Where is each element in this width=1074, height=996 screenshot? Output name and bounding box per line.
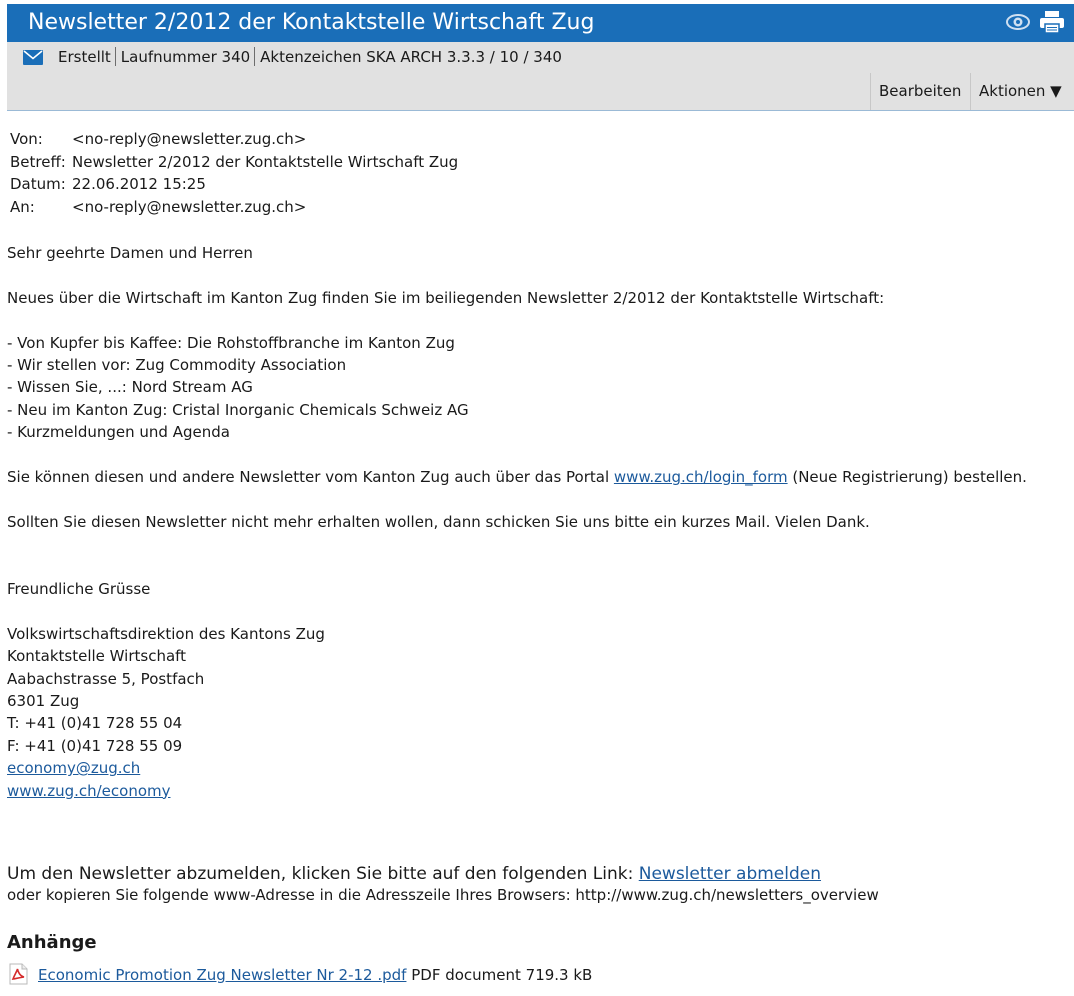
intro-text: Neues über die Wirtschaft im Kanton Zug …	[7, 288, 885, 307]
portal-text: Sie können diesen und andere Newsletter …	[7, 468, 614, 487]
header-label: An:	[10, 198, 35, 217]
header-value: <no-reply@newsletter.zug.ch>	[72, 198, 307, 217]
email-link[interactable]: economy@zug.ch	[7, 759, 140, 777]
unsubscribe-note: Sollten Sie diesen Newsletter nicht mehr…	[7, 512, 870, 531]
header-label: Betreff:	[10, 152, 66, 171]
header-value: Newsletter 2/2012 der Kontaktstelle Wirt…	[72, 152, 459, 171]
signature-line: F: +41 (0)41 728 55 09	[7, 736, 183, 755]
email-headers: Von: <no-reply@newsletter.zug.ch> Betreff…	[10, 128, 458, 219]
signature-line: Volkswirtschaftsdirektion des Kantons Zu…	[7, 624, 325, 643]
signature-line: Aabachstrasse 5, Postfach	[7, 669, 205, 688]
header-to: An: <no-reply@newsletter.zug.ch>	[10, 196, 458, 219]
list-item: - Wissen Sie, ...: Nord Stream AG	[7, 378, 253, 397]
title-bar: Newsletter 2/2012 der Kontaktstelle Wirt…	[7, 4, 1074, 42]
unsubscribe-line: Um den Newsletter abzumelden, klicken Si…	[7, 863, 879, 885]
header-value: <no-reply@newsletter.zug.ch>	[72, 130, 307, 148]
actions-menu-button[interactable]: Aktionen ▼	[970, 73, 1074, 110]
eye-icon[interactable]	[1006, 12, 1030, 32]
unsubscribe-copy-text: oder kopieren Sie folgende www-Adresse i…	[7, 886, 879, 904]
edit-button[interactable]: Bearbeiten	[870, 73, 970, 110]
attachment-item: Economic Promotion Zug Newsletter Nr 2-1…	[7, 963, 592, 986]
attachment-info: PDF document 719.3 kB	[406, 966, 593, 984]
page-title: Newsletter 2/2012 der Kontaktstelle Wirt…	[28, 10, 595, 35]
divider	[254, 47, 256, 66]
unsubscribe-section: Um den Newsletter abzumelden, klicken Si…	[7, 863, 879, 905]
header-date: Datum: 22.06.2012 15:25	[10, 173, 458, 196]
meta-info: Erstellt Laufnummer 340 Aktenzeichen SKA A…	[58, 47, 562, 66]
pdf-icon	[9, 963, 28, 985]
header-value: 22.06.2012 15:25	[72, 175, 206, 194]
closing: Freundliche Grüsse	[7, 580, 151, 599]
list-item: - Kurzmeldungen und Agenda	[7, 423, 230, 442]
email-body: Sehr geehrte Damen und Herren Neues über…	[7, 242, 1027, 802]
attachments-heading: Anhänge	[7, 932, 97, 953]
web-link[interactable]: www.zug.ch/economy	[7, 782, 171, 800]
header-label: Von:	[10, 130, 43, 148]
unsubscribe-text: Um den Newsletter abzumelden, klicken Si…	[7, 864, 639, 884]
header-subject: Betreff: Newsletter 2/2012 der Kontaktste…	[10, 151, 458, 174]
status-text: Erstellt	[58, 48, 111, 66]
list-item: - Neu im Kanton Zug: Cristal Inorganic C…	[7, 400, 469, 419]
portal-paragraph: Sie können diesen und andere Newsletter …	[7, 466, 1027, 488]
signature-line: 6301 Zug	[7, 692, 80, 711]
header-label: Datum:	[10, 175, 66, 194]
printer-icon[interactable]	[1039, 10, 1065, 34]
portal-text-after: (Neue Registrierung) bestellen.	[787, 468, 1027, 487]
unsubscribe-link[interactable]: Newsletter abmelden	[639, 864, 821, 884]
laufnummer: Laufnummer 340	[120, 48, 251, 66]
meta-bar: Erstellt Laufnummer 340 Aktenzeichen SKA A…	[7, 42, 1074, 73]
aktenzeichen: Aktenzeichen SKA ARCH 3.3.3 / 10 / 340	[260, 48, 562, 66]
action-bar: Bearbeiten Aktionen ▼	[7, 73, 1074, 111]
attachment-link[interactable]: Economic Promotion Zug Newsletter Nr 2-1…	[38, 966, 406, 984]
portal-link[interactable]: www.zug.ch/login_form	[614, 468, 788, 486]
greeting: Sehr geehrte Damen und Herren	[7, 244, 253, 262]
signature-line: T: +41 (0)41 728 55 04	[7, 714, 183, 733]
header-from: Von: <no-reply@newsletter.zug.ch>	[10, 128, 458, 151]
signature-web: www.zug.ch/economy	[7, 780, 1027, 802]
divider	[114, 47, 116, 66]
signature-email: economy@zug.ch	[7, 757, 1027, 779]
list-item: - Wir stellen vor: Zug Commodity Associa…	[7, 356, 347, 374]
list-item: - Von Kupfer bis Kaffee: Die Rohstoffbra…	[7, 333, 455, 352]
mail-icon	[23, 50, 43, 65]
signature-line: Kontaktstelle Wirtschaft	[7, 647, 187, 666]
